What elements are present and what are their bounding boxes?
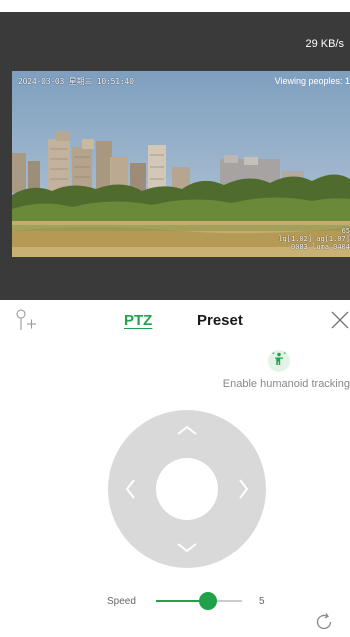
pan-up-arrow-icon[interactable] xyxy=(176,424,198,436)
speed-label: Speed xyxy=(107,596,136,607)
humanoid-tracking-icon xyxy=(272,352,286,371)
ptz-center-button[interactable] xyxy=(156,458,218,520)
humanoid-tracking-label[interactable]: Enable humanoid tracking xyxy=(223,378,350,390)
speed-value: 5 xyxy=(259,596,265,607)
osd-stat-line: 0083 luma 0404 xyxy=(290,243,350,251)
speed-slider-knob[interactable] xyxy=(198,592,217,610)
close-icon[interactable] xyxy=(331,311,349,334)
osd-stats: 65 lg[1.02] ag[1.07] 0083 luma 0404 xyxy=(278,227,350,251)
viewer-count: Viewing peoples: 1 xyxy=(274,76,350,86)
pan-right-arrow-icon[interactable] xyxy=(238,478,250,500)
camera-feed[interactable]: 2024-03-03 星期三 10:51:40 Viewing peoples:… xyxy=(12,71,350,257)
osd-datetime: 2024-03-03 星期三 10:51:40 xyxy=(18,77,134,86)
tab-preset[interactable]: Preset xyxy=(197,312,243,329)
location-pin-plus-icon[interactable] xyxy=(16,308,40,337)
osd-stat-line: lg[1.02] ag[1.07] xyxy=(278,235,350,243)
ptz-direction-pad[interactable] xyxy=(108,410,266,568)
tab-ptz[interactable]: PTZ xyxy=(124,312,152,329)
video-player[interactable]: 29 KB/s 2024-03-03 星期三 10:51:40 Viewing … xyxy=(0,12,350,300)
data-rate: 29 KB/s xyxy=(305,38,344,50)
pan-down-arrow-icon[interactable] xyxy=(176,542,198,554)
osd-stat-line: 65 xyxy=(341,227,350,235)
humanoid-tracking-button[interactable] xyxy=(268,350,290,372)
status-bar xyxy=(0,0,350,12)
refresh-icon[interactable] xyxy=(314,612,334,637)
pan-left-arrow-icon[interactable] xyxy=(124,478,136,500)
speed-slider[interactable] xyxy=(156,592,242,610)
control-toolbar: PTZ Preset xyxy=(0,300,350,340)
